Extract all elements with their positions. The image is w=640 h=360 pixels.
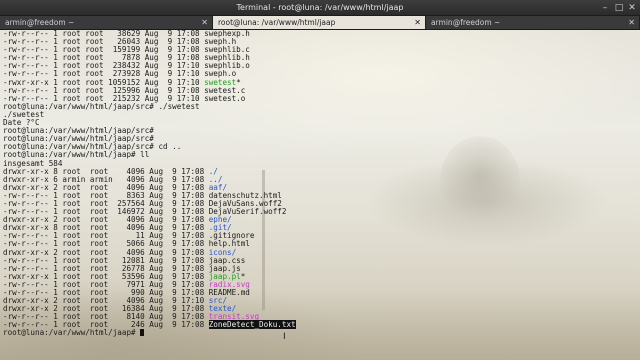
background-tree (440, 136, 520, 226)
tab-bar: armin@freedom ~ ✕ root@luna: /var/www/ht… (0, 16, 640, 30)
close-window-icon[interactable]: ✕ (627, 3, 637, 13)
file-name[interactable]: ZoneDetect_Doku.txt (208, 320, 296, 330)
minimize-icon[interactable]: – (600, 3, 610, 13)
terminal-output: -rw-r--r-- 1 root root 38629 Aug 9 17:08… (3, 30, 296, 338)
terminal-cursor (140, 329, 145, 337)
tab-root-luna[interactable]: root@luna: /var/www/html/jaap ✕ (213, 16, 426, 29)
tab-close-icon[interactable]: ✕ (628, 16, 635, 29)
maximize-icon[interactable]: □ (614, 3, 624, 13)
terminal-line: ./swetest (3, 110, 296, 119)
terminal-line-text: root@luna:/var/www/html/jaap# (3, 328, 141, 338)
terminal-view[interactable]: -rw-r--r-- 1 root root 38629 Aug 9 17:08… (0, 30, 640, 360)
terminal-line: root@luna:/var/www/html/jaap/src# ./swet… (3, 102, 296, 111)
terminal-line: root@luna:/var/www/html/jaap# (3, 329, 296, 337)
tab-armin-freedom-1[interactable]: armin@freedom ~ ✕ (0, 16, 213, 29)
window-title: Terminal - root@luna: /var/www/html/jaap (236, 3, 404, 12)
tab-close-icon[interactable]: ✕ (414, 16, 421, 29)
tab-label: armin@freedom ~ (5, 18, 75, 27)
tab-label: root@luna: /var/www/html/jaap (218, 18, 336, 27)
window-titlebar[interactable]: Terminal - root@luna: /var/www/html/jaap… (0, 0, 640, 16)
tab-label: armin@freedom ~ (431, 18, 501, 27)
tab-close-icon[interactable]: ✕ (201, 16, 208, 29)
terminal-scrollbar[interactable] (636, 30, 640, 360)
text-cursor-ibeam-icon: I (283, 332, 286, 342)
tab-armin-freedom-2[interactable]: armin@freedom ~ ✕ (426, 16, 640, 29)
